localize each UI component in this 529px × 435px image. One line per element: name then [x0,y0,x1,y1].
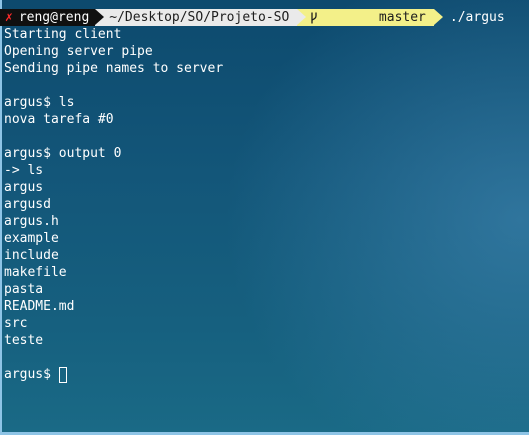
output-line: README.md [4,299,75,314]
output-line: nova tarefa #0 [4,112,114,127]
output-line: teste [4,333,44,348]
prompt-path: ~/Desktop/SO/Projeto-SO [109,10,290,25]
output-line: -> ls [4,163,44,178]
error-status-icon: ✗ [5,10,13,25]
output-line: argus [4,180,44,195]
output-line: argus$ output 0 [4,146,122,161]
terminal-output: Starting client Opening server pipe Send… [4,26,223,383]
segment-separator-arrow [95,9,105,25]
command-text: ./argus [449,10,505,25]
prompt-branch-name: master [378,10,426,25]
prompt-user-segment: ✗ reng@reng [0,9,105,26]
prompt-user-host: reng@reng [18,10,90,25]
output-line: src [4,316,28,331]
shell-prompt-bar: ✗ reng@reng ~/Desktop/SO/Projeto-SO maste… [0,9,505,26]
segment-separator-arrow [297,9,307,25]
output-line: argus$ ls [4,95,75,110]
output-line: makefile [4,265,67,280]
output-line: Opening server pipe [4,44,153,59]
output-line: example [4,231,59,246]
command-input-line[interactable]: argus$ [4,366,223,383]
terminal-window[interactable]: ✗ reng@reng ~/Desktop/SO/Projeto-SO maste… [0,0,529,435]
output-line: Sending pipe names to server [4,61,224,76]
output-line: Starting client [4,27,122,42]
output-line: argusd [4,197,51,212]
prompt-command: ./argus [434,9,505,26]
output-line: argus.h [4,214,59,229]
prompt-path-segment: ~/Desktop/SO/Projeto-SO [95,9,307,26]
git-branch-icon [310,0,373,58]
window-left-border [0,0,2,435]
current-prompt: argus$ [4,367,51,382]
output-line: pasta [4,282,44,297]
segment-separator-arrow [433,9,443,25]
output-line: include [4,248,59,263]
prompt-git-segment: master [297,9,443,26]
text-cursor [58,366,67,383]
